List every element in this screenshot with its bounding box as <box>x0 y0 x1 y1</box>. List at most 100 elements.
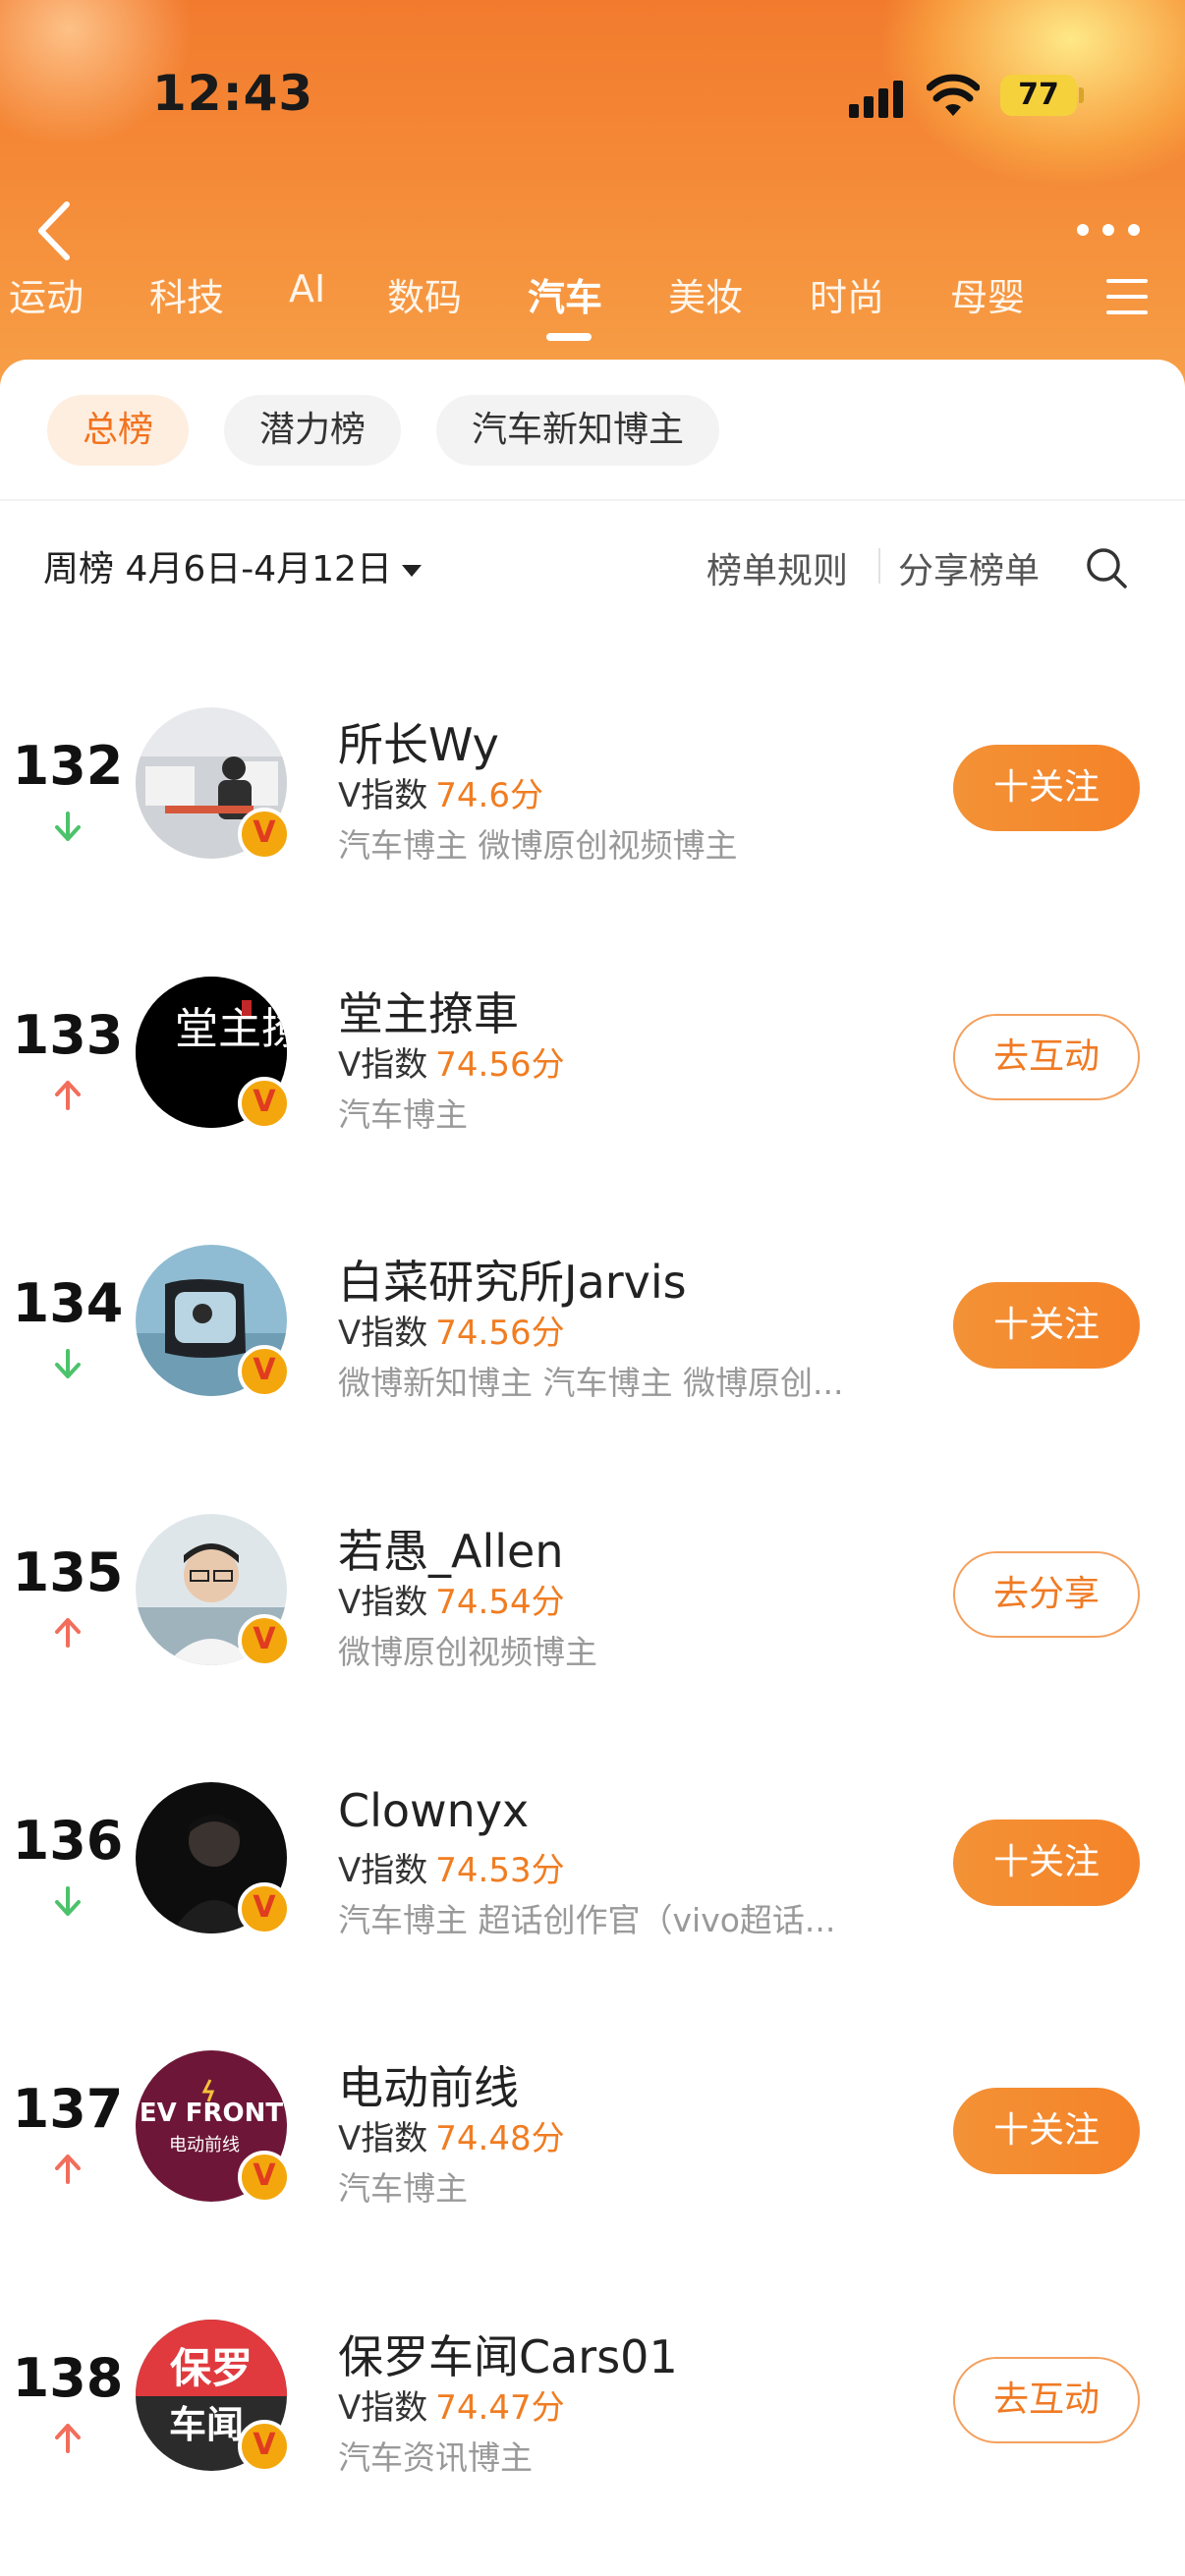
v-index-label: V指数 <box>338 2388 428 2428</box>
v-index: V指数 74.48分 <box>338 2111 565 2159</box>
blogger-name[interactable]: 保罗车闻Cars01 <box>338 2322 678 2386</box>
verified-v-badge-icon: V <box>238 2151 291 2204</box>
rank-number: 132 <box>12 735 124 797</box>
blogger-tags: 微博原创视频博主 <box>338 1633 597 1671</box>
v-index: V指数 74.56分 <box>338 1037 565 1086</box>
tab-ai[interactable]: AI <box>289 267 325 310</box>
ranking-row[interactable]: 135 V 若愚_Allen V指数 74.54分 微博原创视频博主 去分享 <box>0 1504 1185 1740</box>
ranking-row[interactable]: 134 V 白菜研究所Jarvis V指数 74.56分 微博新知博主 汽车博主 … <box>0 1235 1185 1471</box>
v-index: V指数 74.54分 <box>338 1575 565 1623</box>
tab-fashion[interactable]: 时尚 <box>810 267 884 321</box>
v-index: V指数 74.6分 <box>338 768 543 816</box>
blogger-name[interactable]: 所长Wy <box>338 709 499 774</box>
v-index-value: 74.47分 <box>435 2388 565 2428</box>
cellular-signal-icon <box>849 79 908 118</box>
v-index-label: V指数 <box>338 2119 428 2158</box>
chip-new-knowledge[interactable]: 汽车新知博主 <box>436 395 720 466</box>
interact-button[interactable]: 去互动 <box>953 1014 1140 1100</box>
verified-v-badge-icon: V <box>238 1345 291 1398</box>
follow-button[interactable]: 十关注 <box>953 1282 1140 1369</box>
v-index-label: V指数 <box>338 1583 428 1622</box>
avatar-text: 堂主撩車 <box>175 1004 287 1054</box>
blogger-tags: 汽车博主 <box>338 2169 468 2208</box>
blogger-name[interactable]: 电动前线 <box>338 2052 519 2117</box>
share-list-link[interactable]: 分享榜单 <box>898 542 1040 593</box>
tab-tech[interactable]: 科技 <box>149 267 224 321</box>
tab-beauty[interactable]: 美妆 <box>668 267 743 321</box>
avatar-text: 电动前线 <box>169 2135 240 2156</box>
v-index-label: V指数 <box>338 1851 428 1890</box>
avatar-text: EV FRONT <box>140 2099 284 2128</box>
rules-link[interactable]: 榜单规则 <box>706 542 848 593</box>
v-index: V指数 74.53分 <box>338 1843 565 1891</box>
verified-v-badge-icon: V <box>238 1077 291 1130</box>
blogger-tags: 微博新知博主 汽车博主 微博原创... <box>338 1364 844 1402</box>
ranking-row[interactable]: 133 堂主撩車 V 堂主撩車 V指数74.56分 汽车博主 去互动 <box>0 967 1185 1203</box>
period-label: 周榜 4月6日-4月12日 <box>43 549 392 589</box>
back-arrow-icon[interactable] <box>28 196 86 265</box>
verified-v-badge-icon: V <box>238 1614 291 1667</box>
avatar-text: 车闻 <box>169 2403 244 2446</box>
verified-v-badge-icon: V <box>238 808 291 861</box>
tab-auto[interactable]: 汽车 <box>528 267 602 321</box>
avatar-text: 保罗 <box>170 2344 253 2392</box>
rank-number: 134 <box>12 1272 124 1334</box>
blogger-tags: 汽车博主 超话创作官（vivo超话... <box>338 1901 836 1939</box>
status-time: 12:43 <box>152 65 314 122</box>
blogger-name[interactable]: 堂主撩車 <box>338 979 519 1043</box>
v-index-value: 74.48分 <box>435 2119 565 2158</box>
search-icon[interactable] <box>1085 546 1128 589</box>
tab-digital[interactable]: 数码 <box>387 267 462 321</box>
blogger-name[interactable]: 若愚_Allen <box>338 1516 563 1581</box>
divider <box>0 499 1185 501</box>
rank-number: 133 <box>12 1004 124 1066</box>
rank-down-arrow-icon <box>55 1349 81 1378</box>
v-index-value: 74.56分 <box>435 1314 565 1353</box>
rank-up-arrow-icon <box>55 1081 81 1110</box>
v-index: V指数 74.56分 <box>338 1306 565 1354</box>
v-index-value: 74.53分 <box>435 1851 565 1890</box>
tab-maternity[interactable]: 母婴 <box>950 267 1025 321</box>
more-options-icon[interactable] <box>1075 214 1144 244</box>
v-index-value: 74.54分 <box>435 1583 565 1622</box>
rank-down-arrow-icon <box>55 812 81 841</box>
ranking-row[interactable]: 137 EV FRONT 电动前线 V 电动前线 V指数 74.48分 汽车博主 … <box>0 2041 1185 2276</box>
rank-up-arrow-icon <box>55 2155 81 2184</box>
rank-number: 138 <box>12 2347 124 2409</box>
period-selector[interactable]: 周榜 4月6日-4月12日 <box>43 540 422 591</box>
blogger-name[interactable]: 白菜研究所Jarvis <box>338 1247 687 1312</box>
rank-up-arrow-icon <box>55 1618 81 1648</box>
share-button[interactable]: 去分享 <box>953 1551 1140 1638</box>
verified-v-badge-icon: V <box>238 2420 291 2473</box>
chip-potential[interactable]: 潜力榜 <box>224 395 402 466</box>
rank-number: 136 <box>12 1810 124 1872</box>
blogger-name[interactable]: Clownyx <box>338 1784 529 1837</box>
rank-down-arrow-icon <box>55 1886 81 1916</box>
blogger-tags: 汽车博主 微博原创视频博主 <box>338 826 738 865</box>
battery-tip-icon <box>1079 87 1084 103</box>
v-index-label: V指数 <box>338 1045 428 1085</box>
interact-button[interactable]: 去互动 <box>953 2357 1140 2443</box>
ranking-row[interactable]: 136 V Clownyx V指数 74.53分 汽车博主 超话创作官（vivo超… <box>0 1772 1185 2008</box>
v-index-value: 74.56分 <box>435 1045 565 1085</box>
separator <box>878 548 880 584</box>
ranking-row[interactable]: 132 V 所长Wy V指数 74.6分 汽车博主 微博原创视频博主 十关注 <box>0 698 1185 933</box>
tab-sports[interactable]: 运动 <box>9 267 84 321</box>
wifi-icon <box>927 74 980 116</box>
menu-icon[interactable] <box>1106 279 1148 314</box>
blogger-tags: 汽车博主 <box>338 1095 468 1134</box>
follow-button[interactable]: 十关注 <box>953 745 1140 831</box>
blogger-tags: 汽车资讯博主 <box>338 2438 533 2477</box>
caret-down-icon <box>401 565 422 577</box>
follow-button[interactable]: 十关注 <box>953 2088 1140 2174</box>
category-tabs: 运动 科技 AI 数码 汽车 美妆 时尚 母婴 <box>0 267 1185 336</box>
chip-overall[interactable]: 总榜 <box>47 395 190 466</box>
active-tab-indicator <box>546 333 592 341</box>
verified-v-badge-icon: V <box>238 1882 291 1935</box>
follow-button[interactable]: 十关注 <box>953 1820 1140 1906</box>
ranking-row[interactable]: 138 保罗 车闻 V 保罗车闻Cars01 V指数 74.47分 汽车资讯博主 … <box>0 2310 1185 2546</box>
battery-indicator: 77 <box>1000 75 1077 116</box>
rank-up-arrow-icon <box>55 2424 81 2453</box>
v-index-label: V指数 <box>338 1314 428 1353</box>
v-index: V指数 74.47分 <box>338 2380 565 2429</box>
